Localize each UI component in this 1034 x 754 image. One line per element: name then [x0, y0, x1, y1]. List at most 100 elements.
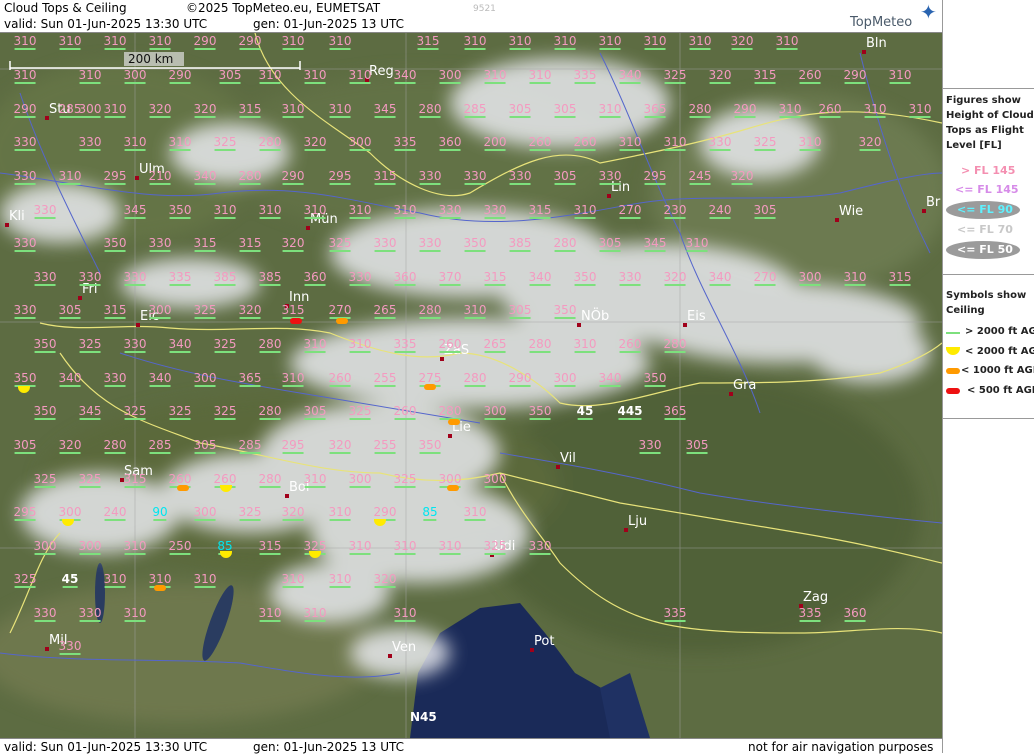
- cloud-top-label: 250: [168, 539, 192, 555]
- cloud-top-label: 330: [13, 135, 37, 151]
- cloud-top-label: 310: [393, 203, 417, 219]
- cloud-top-label: 310: [148, 34, 172, 50]
- cloud-top-label: 285: [238, 438, 262, 454]
- cloud-top-label: 310: [193, 572, 217, 588]
- cloud-top-label: 305: [303, 404, 327, 420]
- cloud-top-label: 345: [373, 102, 397, 118]
- cloud-top-label: 335: [663, 606, 687, 622]
- ceiling-item-1: > 2000 ft AGL: [965, 326, 1034, 337]
- compass-star-icon: ✦: [920, 0, 937, 24]
- cloud-top-label: 260: [168, 472, 192, 488]
- cloud-top-label: 290: [373, 505, 397, 521]
- cloud-top-label: 330: [78, 135, 102, 151]
- cloud-top-label: 325: [483, 539, 507, 555]
- cloud-top-label: 315: [258, 539, 282, 555]
- legend-title-4: Level [FL]: [946, 140, 1002, 151]
- cloud-top-label: 320: [328, 438, 352, 454]
- cloud-top-label: 310: [303, 203, 327, 219]
- cloud-top-label: 315: [193, 236, 217, 252]
- ceiling-half-icon: [946, 347, 960, 355]
- cloud-top-label: 340: [618, 68, 642, 84]
- cloud-top-label: 310: [438, 539, 462, 555]
- legend-item-le-50: <= FL 50: [957, 243, 1013, 256]
- cloud-top-label: 290: [238, 34, 262, 50]
- cloud-top-label: 345: [123, 203, 147, 219]
- cloud-top-label: 310: [598, 34, 622, 50]
- cloud-top-label: 310: [13, 68, 37, 84]
- cloud-top-label: 310: [123, 606, 147, 622]
- cloud-top-label: 280: [663, 337, 687, 353]
- cloud-top-label: 310: [573, 337, 597, 353]
- ceiling-below-500-marker: [290, 318, 302, 324]
- cloud-top-label: 300: [553, 371, 577, 387]
- cloud-top-label: 295: [328, 169, 352, 185]
- ceiling-orange-icon: [946, 368, 960, 374]
- product-code: 9521: [473, 4, 496, 14]
- cloud-top-label: 330: [58, 639, 82, 655]
- cloud-top-label: 310: [103, 572, 127, 588]
- cloud-top-label: 315: [753, 68, 777, 84]
- cloud-top-label: 340: [528, 270, 552, 286]
- cloud-top-label: 330: [33, 203, 57, 219]
- cloud-top-label: 320: [193, 102, 217, 118]
- cloud-top-label: 315: [238, 236, 262, 252]
- cloud-top-label: 305: [508, 303, 532, 319]
- cloud-top-label: 200: [483, 135, 507, 151]
- cloud-top-label: 230: [663, 203, 687, 219]
- legend-title-2: Height of Cloud: [946, 110, 1034, 121]
- copyright: ©2025 TopMeteo.eu, EUMETSAT: [186, 1, 381, 15]
- cloud-top-label: 350: [33, 337, 57, 353]
- cloud-top-label: 295: [281, 438, 305, 454]
- symbols-title-2: Ceiling: [946, 305, 985, 316]
- cloud-top-label: 365: [663, 404, 687, 420]
- cloud-top-label: 310: [553, 34, 577, 50]
- cloud-top-label: 325: [393, 472, 417, 488]
- ceiling-red-icon: [946, 388, 960, 394]
- cloud-top-label: 320: [373, 572, 397, 588]
- cloud-top-label: 310: [798, 135, 822, 151]
- legend-spacer: [943, 0, 1034, 89]
- cloud-top-label: 320: [858, 135, 882, 151]
- city-label: Kli: [9, 209, 25, 224]
- cloud-top-label: 280: [258, 135, 282, 151]
- city-label: Ven: [392, 640, 417, 655]
- cloud-top-label: 260: [528, 135, 552, 151]
- cloud-top-label: 285: [463, 102, 487, 118]
- legend-item-above-145: > FL 145: [961, 164, 1016, 177]
- cloud-top-label: 90: [152, 505, 168, 521]
- cloud-top-label: 310: [843, 270, 867, 286]
- brand-logo-text: TopMeteo: [850, 15, 913, 30]
- cloud-top-label: 345: [643, 236, 667, 252]
- cloud-top-label: 280: [553, 236, 577, 252]
- cloud-top-label: 320: [238, 303, 262, 319]
- cloud-top-label: 330: [483, 203, 507, 219]
- cloud-top-label: 280: [463, 371, 487, 387]
- cloud-top-label: 330: [348, 270, 372, 286]
- cloud-top-label: 255: [373, 371, 397, 387]
- cloud-top-label: 365: [238, 371, 262, 387]
- city-label: Zag: [803, 590, 829, 605]
- cloud-top-label: 325: [33, 472, 57, 488]
- cloud-top-label: 310: [573, 203, 597, 219]
- cloud-top-label: 315: [483, 270, 507, 286]
- cloud-top-label: 265: [373, 303, 397, 319]
- satellite-map[interactable]: 200 km N45 Bln Stu Reg Ulm Lin Wie Kli Mün Br Fri…: [0, 33, 942, 738]
- cloud-top-label: 325: [213, 135, 237, 151]
- cloud-top-label: 330: [123, 270, 147, 286]
- cloud-top-label: 210: [148, 169, 172, 185]
- cloud-top-label: 260: [573, 135, 597, 151]
- cloud-top-label: 260: [393, 404, 417, 420]
- city-label: Br: [926, 195, 941, 210]
- cloud-top-label: 280: [528, 337, 552, 353]
- cloud-top-label: 290: [281, 169, 305, 185]
- cloud-top-label: 310: [103, 102, 127, 118]
- legend-item-le-70: <= FL 70: [957, 223, 1013, 236]
- ceiling-item-3: < 1000 ft AGL: [961, 365, 1034, 376]
- cloud-top-label: 45: [61, 572, 79, 588]
- ceiling-line-icon: [946, 332, 960, 334]
- cloud-top-label: 270: [618, 203, 642, 219]
- cloud-top-label: 310: [463, 303, 487, 319]
- cloud-top-label: 315: [416, 34, 440, 50]
- cloud-top-label: 330: [13, 236, 37, 252]
- legend-item-le-90: <= FL 90: [957, 203, 1013, 216]
